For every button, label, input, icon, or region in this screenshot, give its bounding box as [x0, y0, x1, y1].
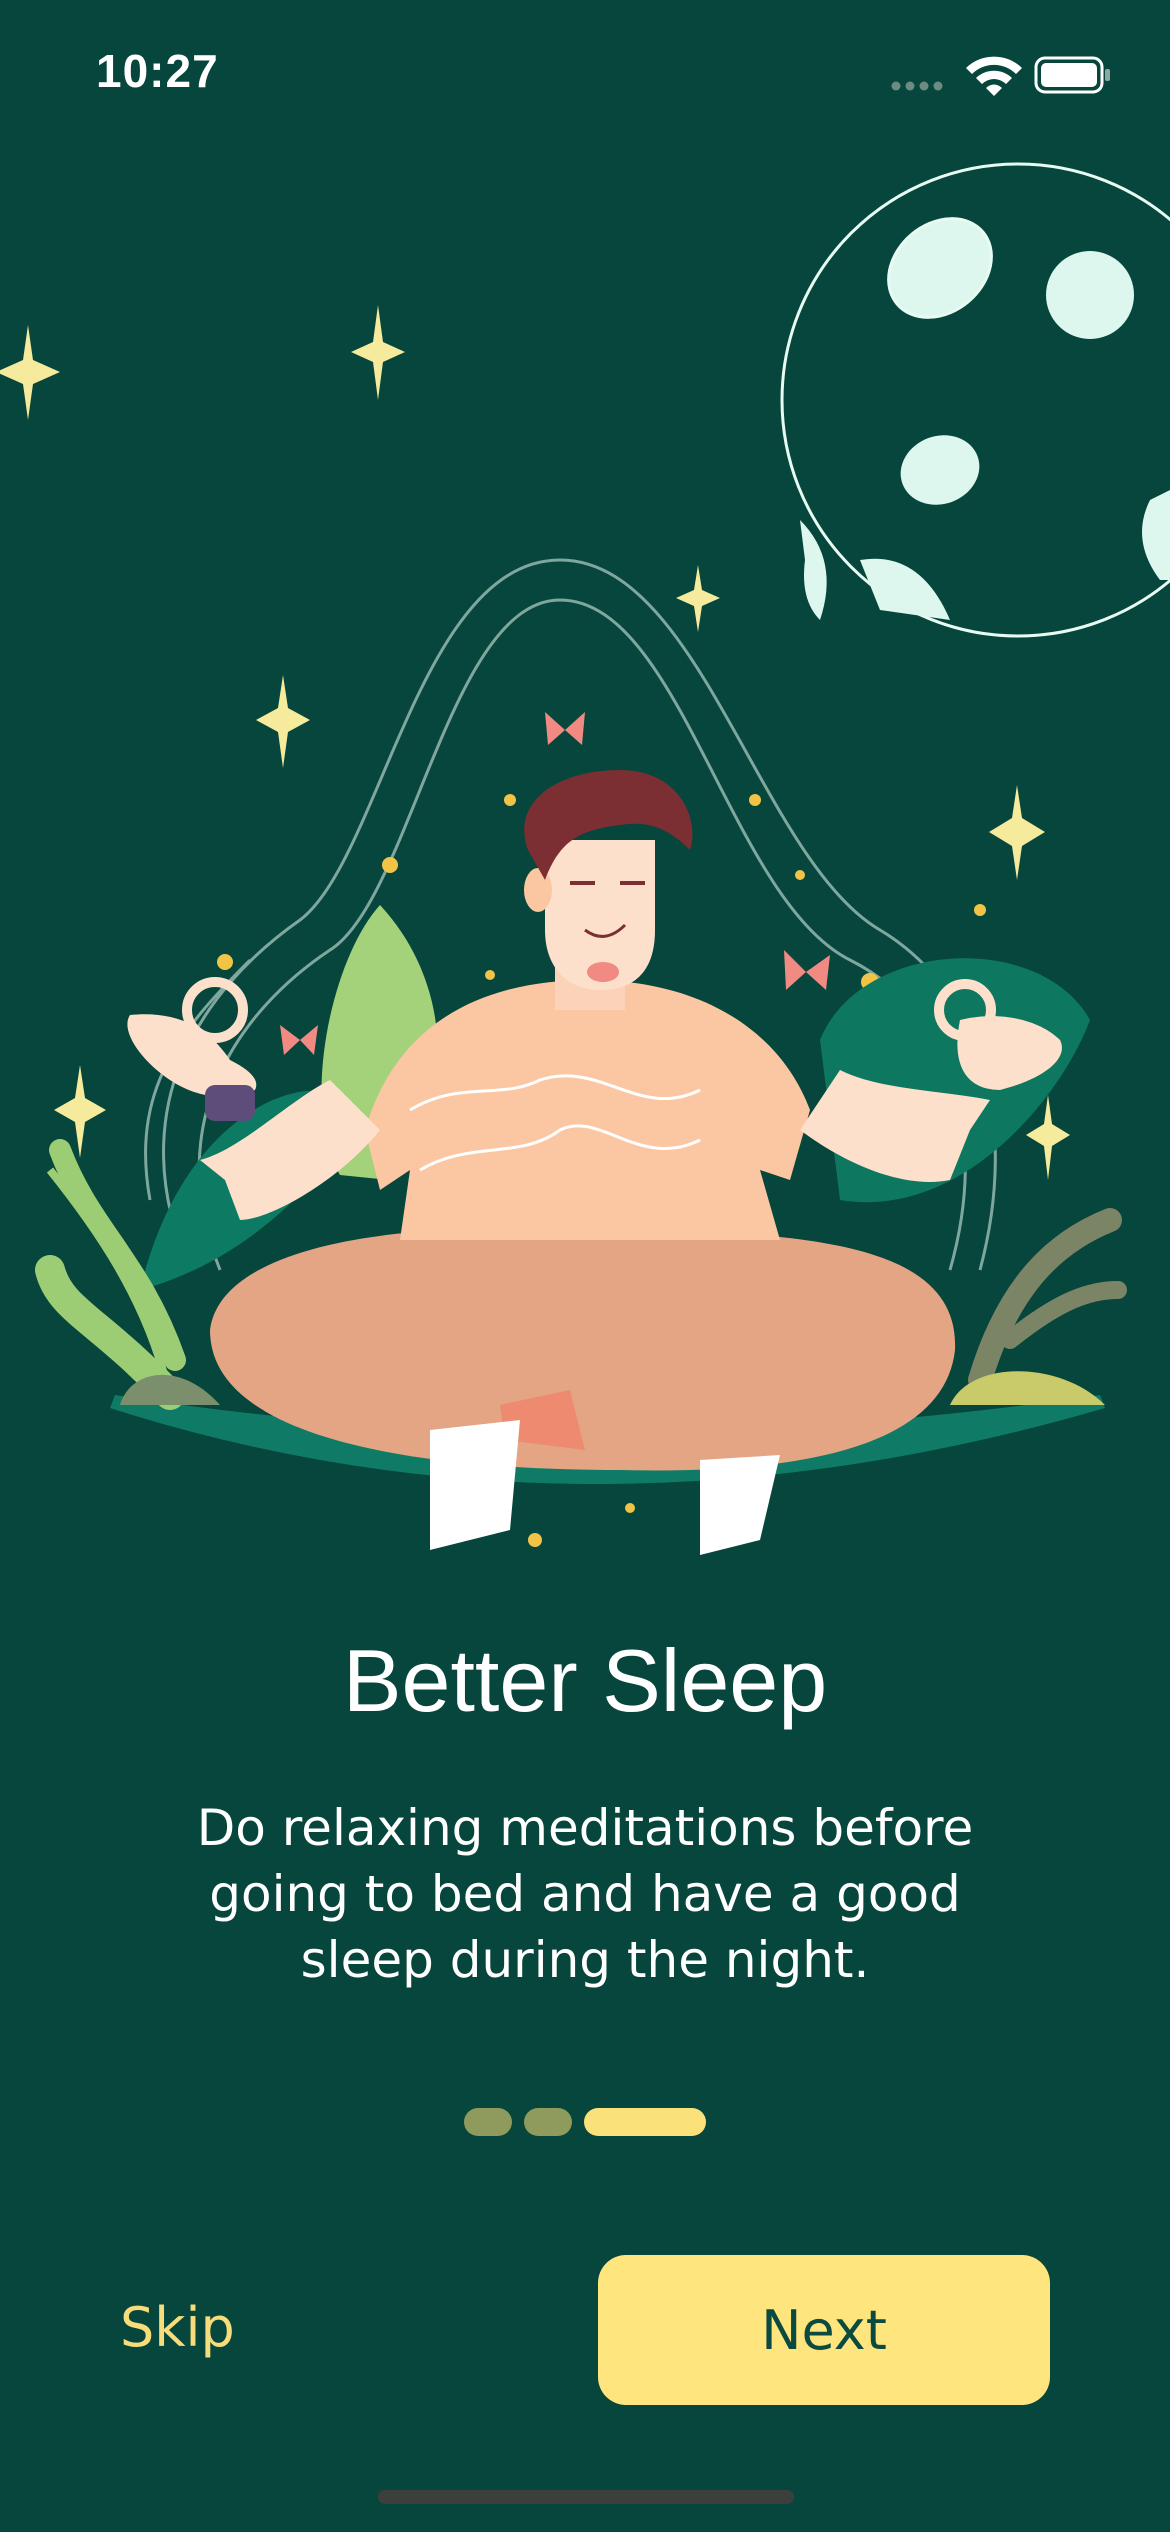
- legs: [210, 1228, 956, 1471]
- smartwatch-icon: [205, 1085, 255, 1121]
- meditation-illustration: [0, 162, 1170, 1555]
- page-dot-2: [524, 2108, 572, 2136]
- next-button[interactable]: Next: [598, 2255, 1050, 2405]
- skip-button[interactable]: Skip: [120, 2296, 235, 2359]
- moon-icon: [780, 162, 1170, 638]
- wifi-icon: [966, 56, 1022, 96]
- onboarding-description: Do relaxing meditations before going to …: [196, 1799, 974, 1989]
- page-indicator: [0, 2108, 1170, 2138]
- status-bar: 10:27: [0, 0, 1170, 150]
- signal-dots-icon: [891, 81, 943, 91]
- onboarding-title: Better Sleep: [342, 1631, 828, 1730]
- status-time: 10:27: [96, 45, 219, 97]
- page-dot-3-active: [584, 2108, 706, 2136]
- battery-icon: [1034, 56, 1110, 94]
- page-dot-1: [464, 2108, 512, 2136]
- home-indicator: [378, 2490, 794, 2504]
- status-icons: [891, 56, 1110, 96]
